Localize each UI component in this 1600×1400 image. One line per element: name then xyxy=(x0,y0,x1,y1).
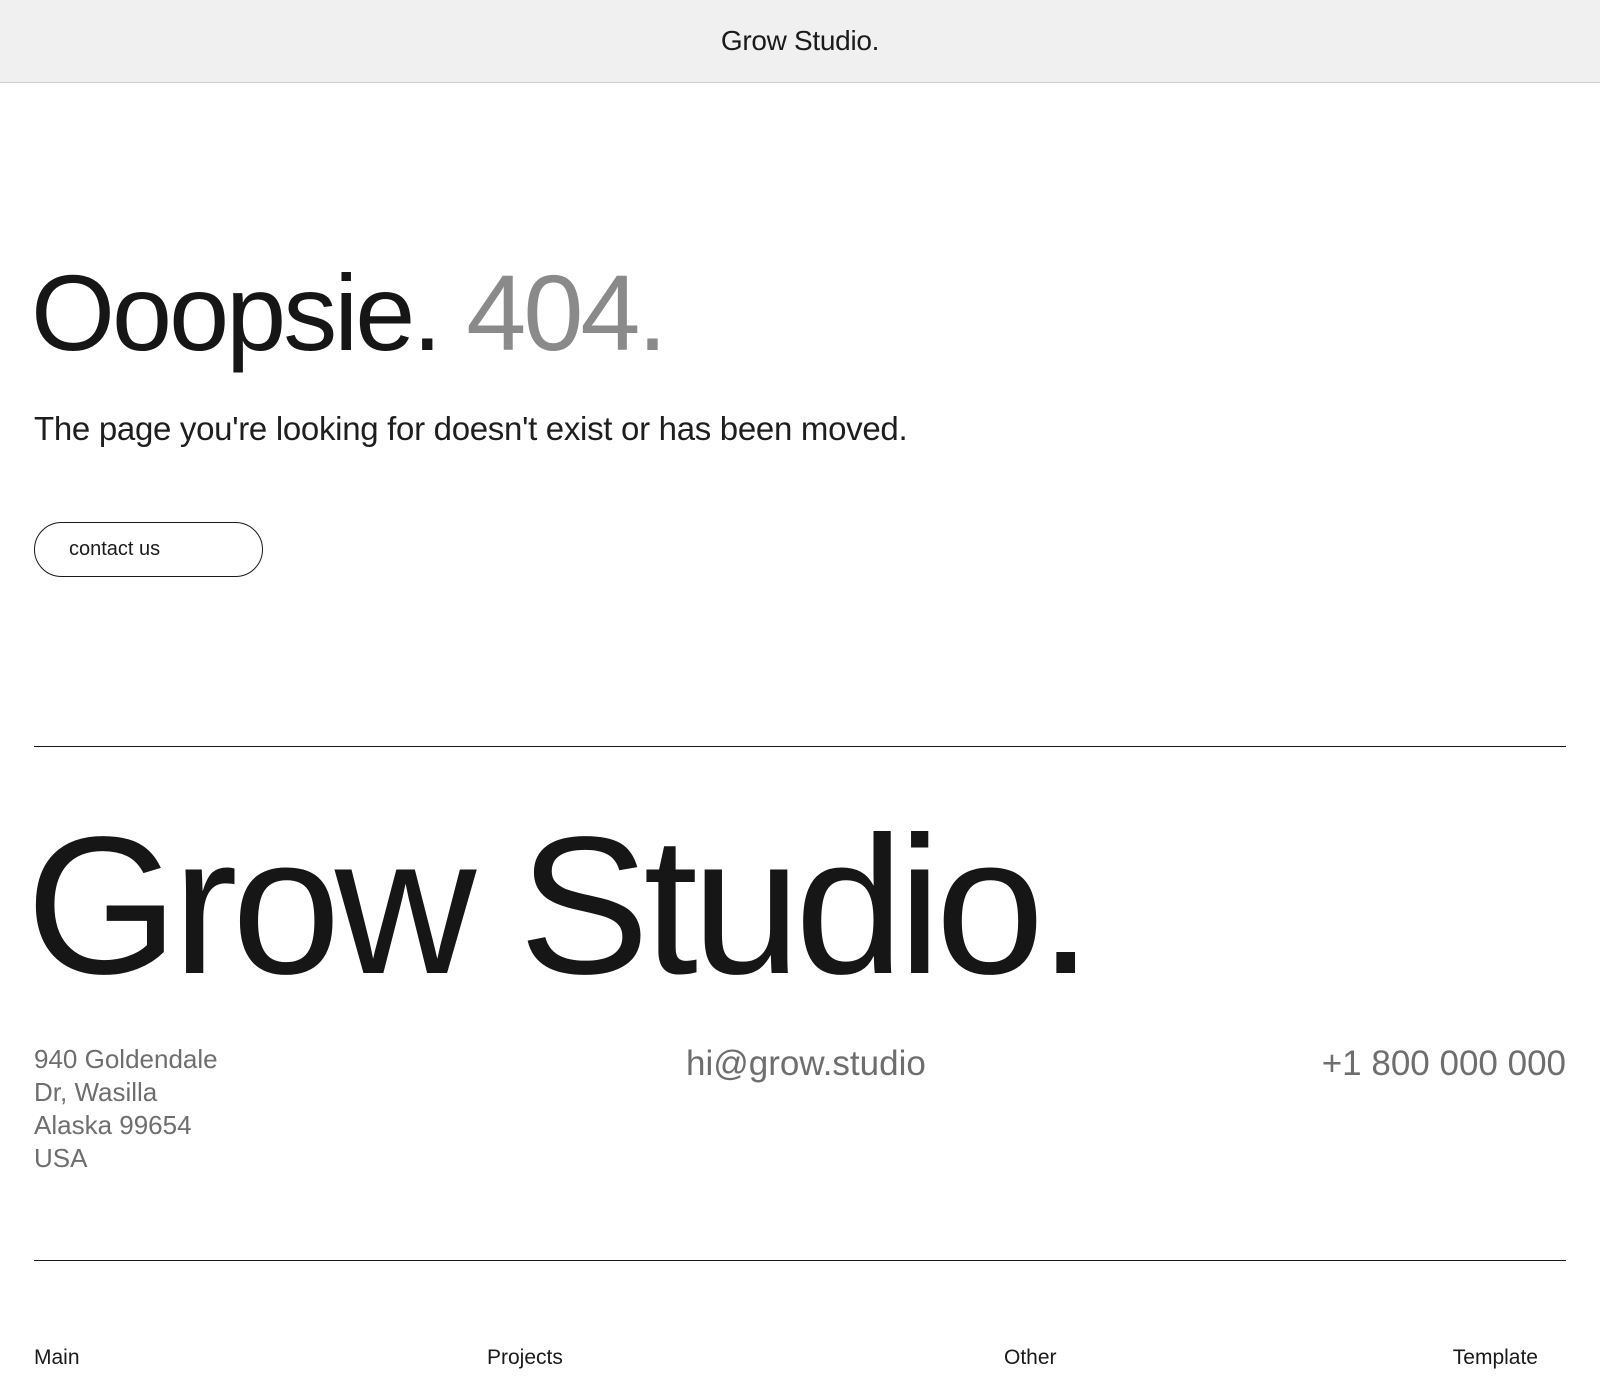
error-heading: Ooopsie. 404. xyxy=(31,248,667,378)
address-line: Dr, Wasilla xyxy=(34,1077,158,1107)
footer-email-link[interactable]: hi@grow.studio xyxy=(686,1044,926,1084)
contact-us-button[interactable]: contact us xyxy=(34,522,263,577)
footer-nav-main[interactable]: Main xyxy=(34,1346,80,1370)
footer-address: 940 Goldendale Dr, Wasilla Alaska 99654 … xyxy=(34,1043,218,1175)
footer-nav-other[interactable]: Other xyxy=(1004,1346,1057,1370)
footer-divider-top xyxy=(34,746,1566,747)
address-line: USA xyxy=(34,1143,88,1173)
address-line: Alaska 99654 xyxy=(34,1110,192,1140)
footer-nav-template[interactable]: Template xyxy=(1453,1346,1538,1370)
footer-phone-link[interactable]: +1 800 000 000 xyxy=(1322,1044,1566,1084)
footer-brand-wordmark: Grow Studio. xyxy=(26,796,1093,1015)
error-message: The page you're looking for doesn't exis… xyxy=(34,410,908,447)
error-code: 404. xyxy=(466,252,667,373)
site-logo-link[interactable]: Grow Studio. xyxy=(721,25,880,57)
address-line: 940 Goldendale xyxy=(34,1044,218,1074)
footer-nav-projects[interactable]: Projects xyxy=(487,1346,563,1370)
error-heading-text: Ooopsie. xyxy=(31,252,442,373)
top-bar: Grow Studio. xyxy=(0,0,1600,83)
footer-divider-bottom xyxy=(34,1260,1566,1261)
